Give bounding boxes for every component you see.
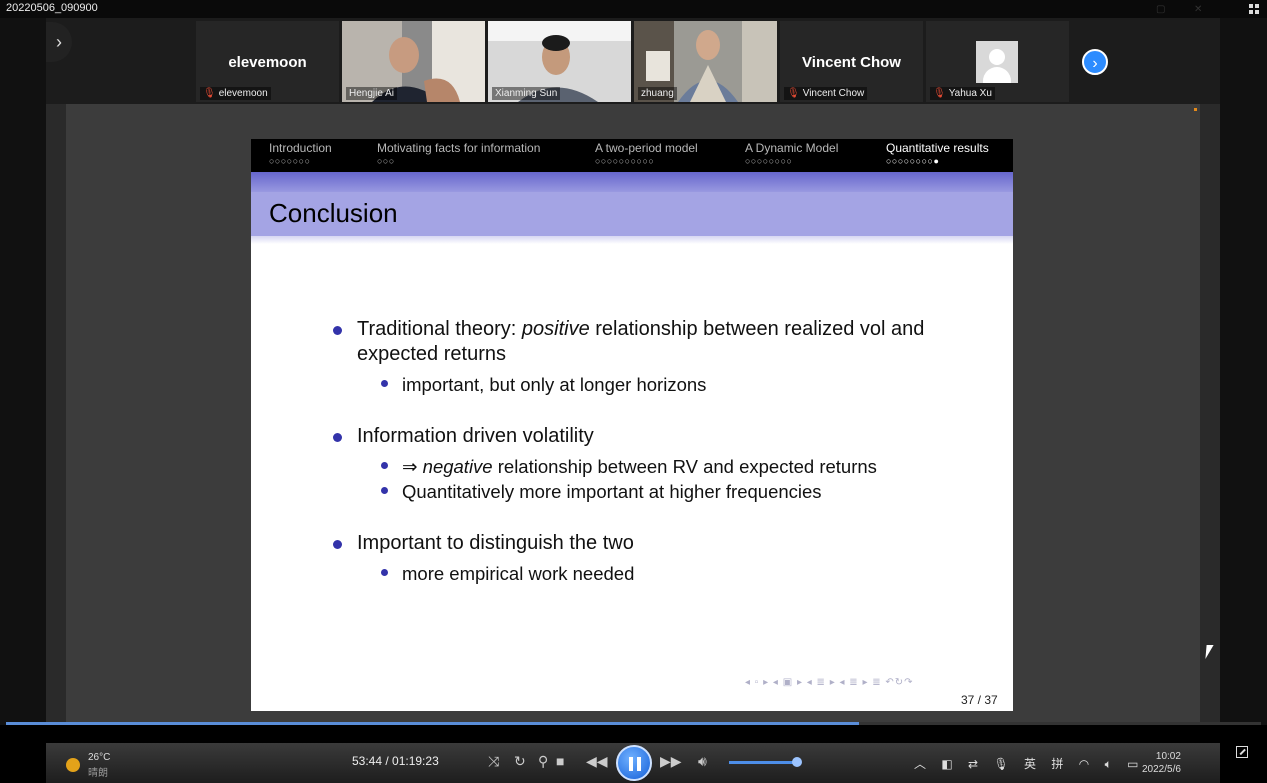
playback-progress-fill <box>6 722 860 725</box>
frame-title-fade <box>251 236 1013 244</box>
sub-bullet-item: more empirical work needed <box>333 561 973 586</box>
participant-tile-yahua-xu[interactable]: 🎙︎ Yahua Xu <box>926 21 1069 102</box>
sub-bullet-marker <box>381 487 388 494</box>
frame-title-bar: Conclusion <box>251 192 1013 236</box>
slide-section-navigation: Introduction ○○○○○○○ Motivating facts for… <box>251 139 1013 172</box>
section-introduction[interactable]: Introduction ○○○○○○○ <box>269 141 332 166</box>
weather-condition: 晴朗 <box>88 768 108 779</box>
avatar <box>976 41 1018 83</box>
section-two-period-model[interactable]: A two-period model ○○○○○○○○○○ <box>595 141 698 166</box>
recording-indicator <box>1194 108 1197 111</box>
participant-label: 🎙︎ Vincent Chow <box>784 87 868 100</box>
ime-mode[interactable]: 拼 <box>1051 757 1063 771</box>
participant-display-name: Vincent Chow <box>802 54 901 71</box>
system-tray: ︿ ◧ ⇄ 🎙︎ 英 拼 ◠ 🔈︎ ▭ <box>914 755 1150 772</box>
bullet-item: Important to distinguish the two <box>333 531 973 556</box>
participant-gallery: › elevemoon 🎙︎ elevemoon Hengjie Ai Xianm… <box>46 18 1220 104</box>
sub-bullet-marker <box>381 462 388 469</box>
slide-page-number: 37 / 37 <box>961 693 998 707</box>
participant-display-name: elevemoon <box>228 54 307 71</box>
participant-label: zhuang <box>638 87 677 100</box>
close-icon[interactable]: ✕ <box>1194 4 1202 15</box>
rewind-icon[interactable]: ◀◀ <box>586 753 608 770</box>
weather-temperature: 26°C <box>88 752 111 763</box>
participant-label: 🎙︎ Yahua Xu <box>930 87 995 100</box>
speaker-icon[interactable]: 🔈︎ <box>1105 757 1112 771</box>
header-shadow <box>251 172 1013 192</box>
fast-forward-icon[interactable]: ▶▶ <box>660 753 682 770</box>
layout-grid-icon[interactable] <box>1249 4 1259 14</box>
volume-slider-knob[interactable] <box>792 757 803 767</box>
sub-bullet-item: ⇒ negative relationship between RV and e… <box>333 454 973 479</box>
slide-title: Conclusion <box>269 198 398 228</box>
microphone-icon[interactable]: 🎙︎ <box>993 757 1008 771</box>
bullet-item: Traditional theory: positive relationshi… <box>333 317 973 367</box>
mic-muted-icon: 🎙︎ <box>787 88 800 99</box>
exit-fullscreen-icon[interactable] <box>1236 746 1248 758</box>
wifi-icon[interactable]: ◠ <box>1079 757 1089 771</box>
participant-tile-zhuang[interactable]: zhuang <box>634 21 777 102</box>
shuffle-icon[interactable]: ⤨ <box>488 753 499 770</box>
mic-muted-icon: 🎙︎ <box>203 88 216 99</box>
beamer-navigation-symbols[interactable]: ◂ ▫ ▸ ◂ ▣ ▸ ◂ ≣ ▸ ◂ ≣ ▸ ≣ ↶↻↷ <box>745 677 914 688</box>
player-control-bar: 26°C 晴朗 53:44 / 01:19:23 ⤨ ↻ ⚲ ■ ◀◀ ▶▶ 🔊… <box>46 743 1220 783</box>
volume-slider[interactable] <box>729 761 798 764</box>
playback-progress-bar[interactable] <box>6 722 1261 725</box>
next-page-icon: › <box>1092 55 1098 72</box>
battery-icon[interactable]: ▭ <box>1127 757 1138 771</box>
sub-bullet-item: Quantitatively more important at higher … <box>333 479 973 504</box>
participant-label: Xianming Sun <box>492 87 561 100</box>
participant-label: 🎙︎ elevemoon <box>200 87 271 100</box>
bullet-marker <box>333 326 342 335</box>
search-icon[interactable]: ⚲ <box>538 753 548 770</box>
participant-tile-vincent-chow[interactable]: Vincent Chow 🎙︎ Vincent Chow <box>780 21 923 102</box>
participant-label: Hengjie Ai <box>346 87 398 100</box>
sub-bullet-item: important, but only at longer horizons <box>333 372 973 397</box>
gallery-prev-button[interactable]: › <box>46 22 72 62</box>
presentation-slide: Introduction ○○○○○○○ Motivating facts for… <box>251 139 1013 711</box>
mouse-cursor-icon <box>1205 645 1214 659</box>
minimize-icon[interactable]: ▢ <box>1156 4 1165 15</box>
title-bar: 20220506_090900 ▢ ✕ <box>0 0 1267 18</box>
right-letterbox <box>1220 18 1267 725</box>
section-motivating-facts[interactable]: Motivating facts for information ○○○ <box>377 141 540 166</box>
participant-tile-hengjie-ai[interactable]: Hengjie Ai <box>342 21 485 102</box>
window-title: 20220506_090900 <box>6 2 98 14</box>
sync-icon[interactable]: ⇄ <box>968 757 978 771</box>
participant-tile-xianming-sun[interactable]: Xianming Sun <box>488 21 631 102</box>
bullet-marker <box>333 540 342 549</box>
slide-content: Traditional theory: positive relationshi… <box>333 317 973 586</box>
playback-controls: ⤨ ↻ ⚲ ■ ◀◀ ▶▶ 🔊︎ <box>464 745 804 781</box>
chevron-up-icon[interactable]: ︿ <box>914 757 926 771</box>
section-dynamic-model[interactable]: A Dynamic Model ○○○○○○○○ <box>745 141 838 166</box>
clock-date: 2022/5/6 <box>1142 764 1181 775</box>
gallery-next-button[interactable]: › <box>1082 49 1108 75</box>
chevron-right-icon: › <box>56 32 62 52</box>
playback-time: 53:44 / 01:19:23 <box>352 754 439 768</box>
repeat-icon[interactable]: ↻ <box>514 753 526 770</box>
left-letterbox <box>0 18 46 725</box>
sub-bullet-marker <box>381 380 388 387</box>
weather-sun-icon <box>66 758 80 772</box>
section-quantitative-results[interactable]: Quantitative results ○○○○○○○○● <box>886 141 989 166</box>
stop-icon[interactable]: ■ <box>556 753 564 769</box>
app-tray-icon[interactable]: ◧ <box>941 757 952 771</box>
bullet-item: Information driven volatility <box>333 424 973 449</box>
play-pause-button[interactable] <box>616 745 652 781</box>
sub-bullet-marker <box>381 569 388 576</box>
clock-time: 10:02 <box>1155 751 1181 762</box>
bullet-marker <box>333 433 342 442</box>
system-clock[interactable]: 10:02 2022/5/6 <box>1142 750 1181 776</box>
ime-language[interactable]: 英 <box>1024 757 1036 771</box>
volume-icon[interactable]: 🔊︎ <box>698 753 707 770</box>
participant-tile-elevemoon[interactable]: elevemoon 🎙︎ elevemoon <box>196 21 339 102</box>
mic-muted-icon: 🎙︎ <box>933 88 946 99</box>
